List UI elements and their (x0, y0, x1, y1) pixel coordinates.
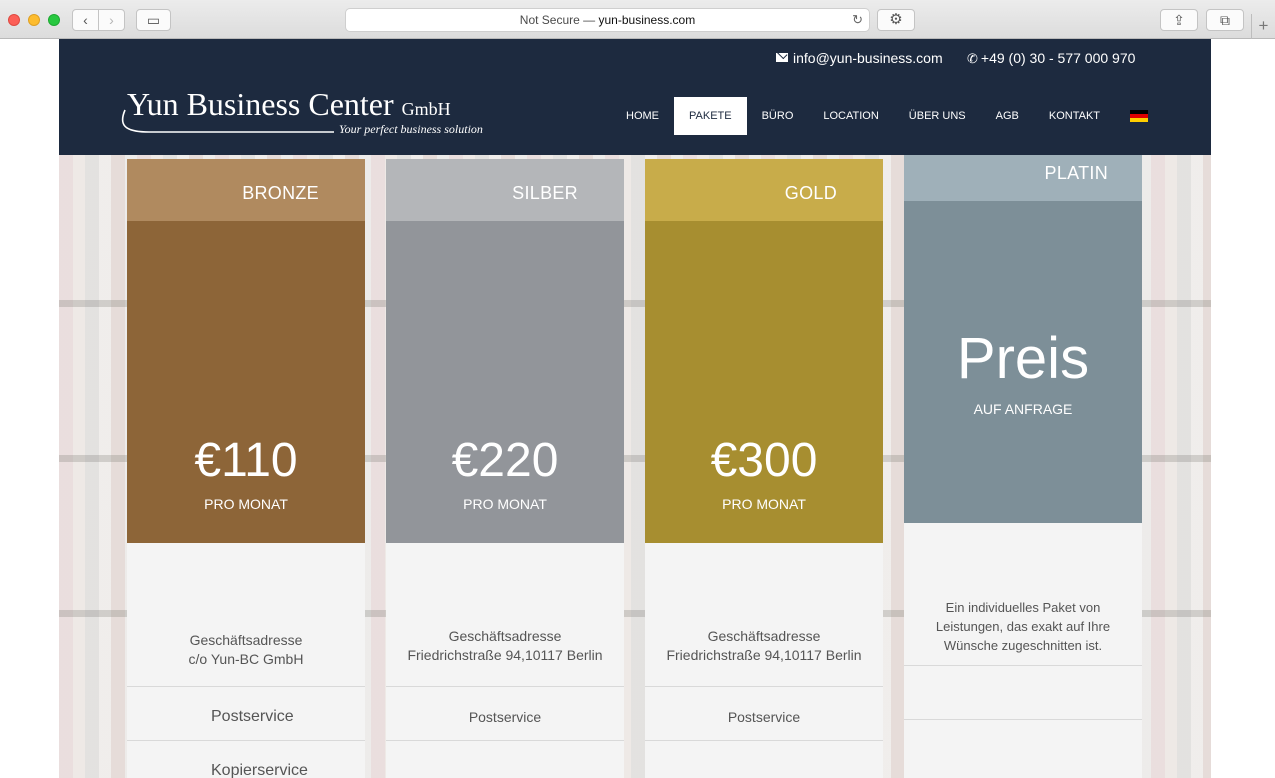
chevron-right-icon: › (109, 12, 114, 28)
minimize-window-button[interactable] (28, 14, 40, 26)
german-flag-icon (1130, 110, 1149, 123)
address-line: Geschäftsadresse (707, 628, 821, 644)
browser-toolbar: ‹ › ▭ Not Secure — yun-business.com ↻ ⚙ … (0, 0, 1275, 39)
package-card-silber: SILBER €220 PRO MONAT Geschäftsadresse F… (386, 159, 624, 778)
feature-divider (645, 740, 883, 741)
address-line: c/o Yun-BC GmbH (188, 651, 304, 667)
feature-divider (127, 686, 365, 687)
feature-divider (904, 719, 1142, 720)
settings-button[interactable]: ⚙ (877, 9, 915, 31)
package-card-bronze: BRONZE €110 PRO MONAT Geschäftsadresse c… (127, 159, 365, 778)
price-unit: PRO MONAT (722, 496, 806, 512)
feature-kopierservice: Kopierservice (211, 762, 308, 778)
package-name: SILBER (512, 183, 578, 203)
package-card-gold: GOLD €300 PRO MONAT Geschäftsadresse Fri… (645, 159, 883, 778)
nav-item-agb[interactable]: AGB (981, 97, 1034, 135)
price-unit: PRO MONAT (204, 496, 288, 512)
price-panel: €220 PRO MONAT (386, 221, 624, 543)
logo-tagline: Your perfect business solution (339, 122, 483, 136)
logo-suffix: GmbH (401, 99, 451, 119)
package-card-platin: PLATIN Preis AUF ANFRAGE Ein individuell… (904, 155, 1142, 778)
email-text: info@yun-business.com (793, 50, 943, 66)
address-domain: yun-business.com (598, 13, 696, 27)
nav-item-buero[interactable]: BÜRO (747, 97, 809, 135)
address-line: Geschäftsadresse (448, 628, 562, 644)
logo-title: Yun Business Center (127, 86, 394, 122)
price-amount: €220 (451, 434, 559, 487)
package-header: PLATIN (904, 155, 1142, 201)
price-panel: €110 PRO MONAT (127, 221, 365, 543)
share-button[interactable]: ⇪ (1160, 9, 1198, 31)
feature-divider (127, 740, 365, 741)
package-description: Ein individuelles Paket von Leistungen, … (935, 600, 1111, 653)
package-header: BRONZE (127, 159, 365, 221)
price-panel: Preis AUF ANFRAGE (904, 201, 1142, 523)
package-name: BRONZE (242, 183, 319, 203)
share-icon: ⇪ (1173, 12, 1185, 28)
plus-icon: + (1258, 16, 1269, 35)
price-panel: €300 PRO MONAT (645, 221, 883, 543)
address-security-label: Not Secure — (519, 13, 596, 27)
phone-icon: ✆ (967, 51, 978, 66)
feature-divider (645, 686, 883, 687)
package-name: GOLD (784, 183, 837, 203)
main-navigation: HOME PAKETE BÜRO LOCATION ÜBER UNS AGB K… (611, 97, 1163, 135)
feature-address: Geschäftsadresse Friedrichstraße 94,1011… (386, 627, 624, 665)
address-line: Friedrichstraße 94,10117 Berlin (666, 647, 862, 663)
price-amount: €300 (710, 434, 818, 487)
reload-icon[interactable]: ↻ (852, 9, 863, 31)
feature-divider (386, 686, 624, 687)
feature-postservice: Postservice (211, 708, 294, 725)
feature-address: Geschäftsadresse Friedrichstraße 94,1011… (645, 627, 883, 665)
address-line: Geschäftsadresse (189, 632, 303, 648)
show-tabs-button[interactable]: ⧉ (1206, 9, 1244, 31)
nav-item-home[interactable]: HOME (611, 97, 674, 135)
forward-button[interactable]: › (98, 9, 125, 31)
feature-divider (904, 665, 1142, 666)
price-unit: AUF ANFRAGE (973, 401, 1073, 417)
site-logo[interactable]: Yun Business Center GmbH Your perfect bu… (119, 86, 499, 138)
back-button[interactable]: ‹ (72, 9, 99, 31)
logo-title-wrap: Yun Business Center GmbH (127, 86, 451, 127)
sidebar-icon: ▭ (146, 12, 161, 28)
feature-postservice: Postservice (727, 709, 801, 725)
package-header: GOLD (645, 159, 883, 221)
contact-email[interactable]: info@yun-business.com (776, 49, 943, 67)
tabs-icon: ⧉ (1220, 12, 1230, 28)
package-header: SILBER (386, 159, 624, 221)
gear-icon: ⚙ (889, 11, 903, 28)
feature-address: Geschäftsadresse c/o Yun-BC GmbH (127, 631, 365, 669)
contact-phone[interactable]: ✆ +49 (0) 30 - 577 000 970 (967, 49, 1135, 68)
price-unit: PRO MONAT (463, 496, 547, 512)
new-tab-button[interactable]: + (1251, 14, 1275, 39)
language-switcher[interactable] (1115, 97, 1163, 135)
site-header: info@yun-business.com ✆ +49 (0) 30 - 577 … (59, 39, 1211, 155)
envelope-icon (776, 53, 788, 62)
price-amount: €110 (194, 434, 298, 487)
nav-item-pakete[interactable]: PAKETE (674, 97, 747, 135)
package-name: PLATIN (1044, 163, 1108, 183)
close-window-button[interactable] (8, 14, 20, 26)
address-bar[interactable]: Not Secure — yun-business.com ↻ (345, 8, 870, 32)
address-line: Friedrichstraße 94,10117 Berlin (407, 647, 603, 663)
price-amount: Preis (956, 326, 1090, 391)
zoom-window-button[interactable] (48, 14, 60, 26)
nav-item-kontakt[interactable]: KONTAKT (1034, 97, 1115, 135)
feature-postservice: Postservice (468, 709, 542, 725)
chevron-left-icon: ‹ (83, 12, 88, 28)
nav-item-ueber-uns[interactable]: ÜBER UNS (894, 97, 981, 135)
sidebar-toggle-button[interactable]: ▭ (136, 9, 171, 31)
phone-text: +49 (0) 30 - 577 000 970 (980, 50, 1136, 66)
feature-divider (386, 740, 624, 741)
nav-item-location[interactable]: LOCATION (808, 97, 893, 135)
